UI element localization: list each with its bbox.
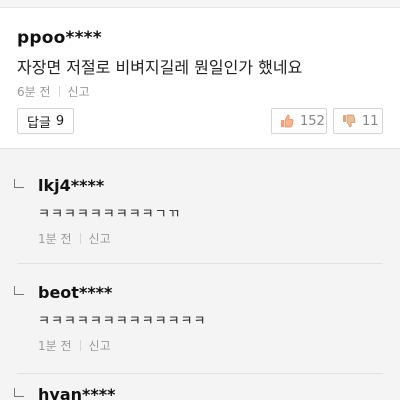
report-link[interactable]: 신고 — [89, 337, 111, 354]
report-link[interactable]: 신고 — [68, 83, 90, 100]
reply-divider — [17, 373, 383, 374]
reply-body: ㅋㅋㅋㅋㅋㅋㅋㅋㅋㄱㄲ — [38, 207, 181, 222]
comment-time: 6분 전 — [17, 85, 51, 99]
reply-time: 1분 전 — [38, 339, 72, 353]
like-button[interactable]: 152 — [271, 108, 327, 134]
thumbs-up-icon — [280, 114, 294, 128]
reply-meta: 1분 전 신고 — [38, 337, 111, 354]
thumbs-down-icon — [342, 114, 356, 128]
comment-author: ppoo**** — [17, 28, 102, 48]
reply-count: 9 — [55, 113, 65, 129]
reply-time: 1분 전 — [38, 232, 72, 246]
reply-button[interactable]: 답글 9 — [17, 108, 75, 134]
dislike-button[interactable]: 11 — [333, 108, 383, 134]
reply-divider — [17, 263, 383, 264]
comment: ppoo**** 자장면 저절로 비벼지길레 뭔일인가 했네요 6분 전 신고 … — [0, 8, 400, 148]
comment-meta: 6분 전 신고 — [17, 83, 90, 100]
reply-arrow-icon — [14, 286, 24, 295]
like-count: 152 — [300, 113, 325, 129]
top-divider — [0, 0, 400, 8]
comment-body: 자장면 저절로 비벼지길레 뭔일인가 했네요 — [17, 58, 303, 77]
meta-separator — [58, 86, 60, 97]
reply-author: lkj4**** — [38, 176, 105, 195]
reply-body: ㅋㅋㅋㅋㅋㅋㅋㅋㅋㅋㅋㅋㅋ — [38, 314, 207, 329]
reply-author: hyan**** — [38, 385, 116, 400]
reply-arrow-icon — [14, 179, 24, 188]
reply-list: lkj4**** ㅋㅋㅋㅋㅋㅋㅋㅋㅋㄱㄲ 1분 전 신고 beot**** ㅋㅋ… — [0, 148, 400, 400]
dislike-count: 11 — [362, 113, 379, 129]
reply-meta: 1분 전 신고 — [38, 230, 111, 247]
reply-arrow-icon — [14, 388, 24, 397]
report-link[interactable]: 신고 — [89, 230, 111, 247]
reply-button-label: 답글 — [27, 115, 51, 131]
reply-author: beot**** — [38, 283, 113, 302]
meta-separator — [79, 233, 81, 244]
meta-separator — [79, 340, 81, 351]
